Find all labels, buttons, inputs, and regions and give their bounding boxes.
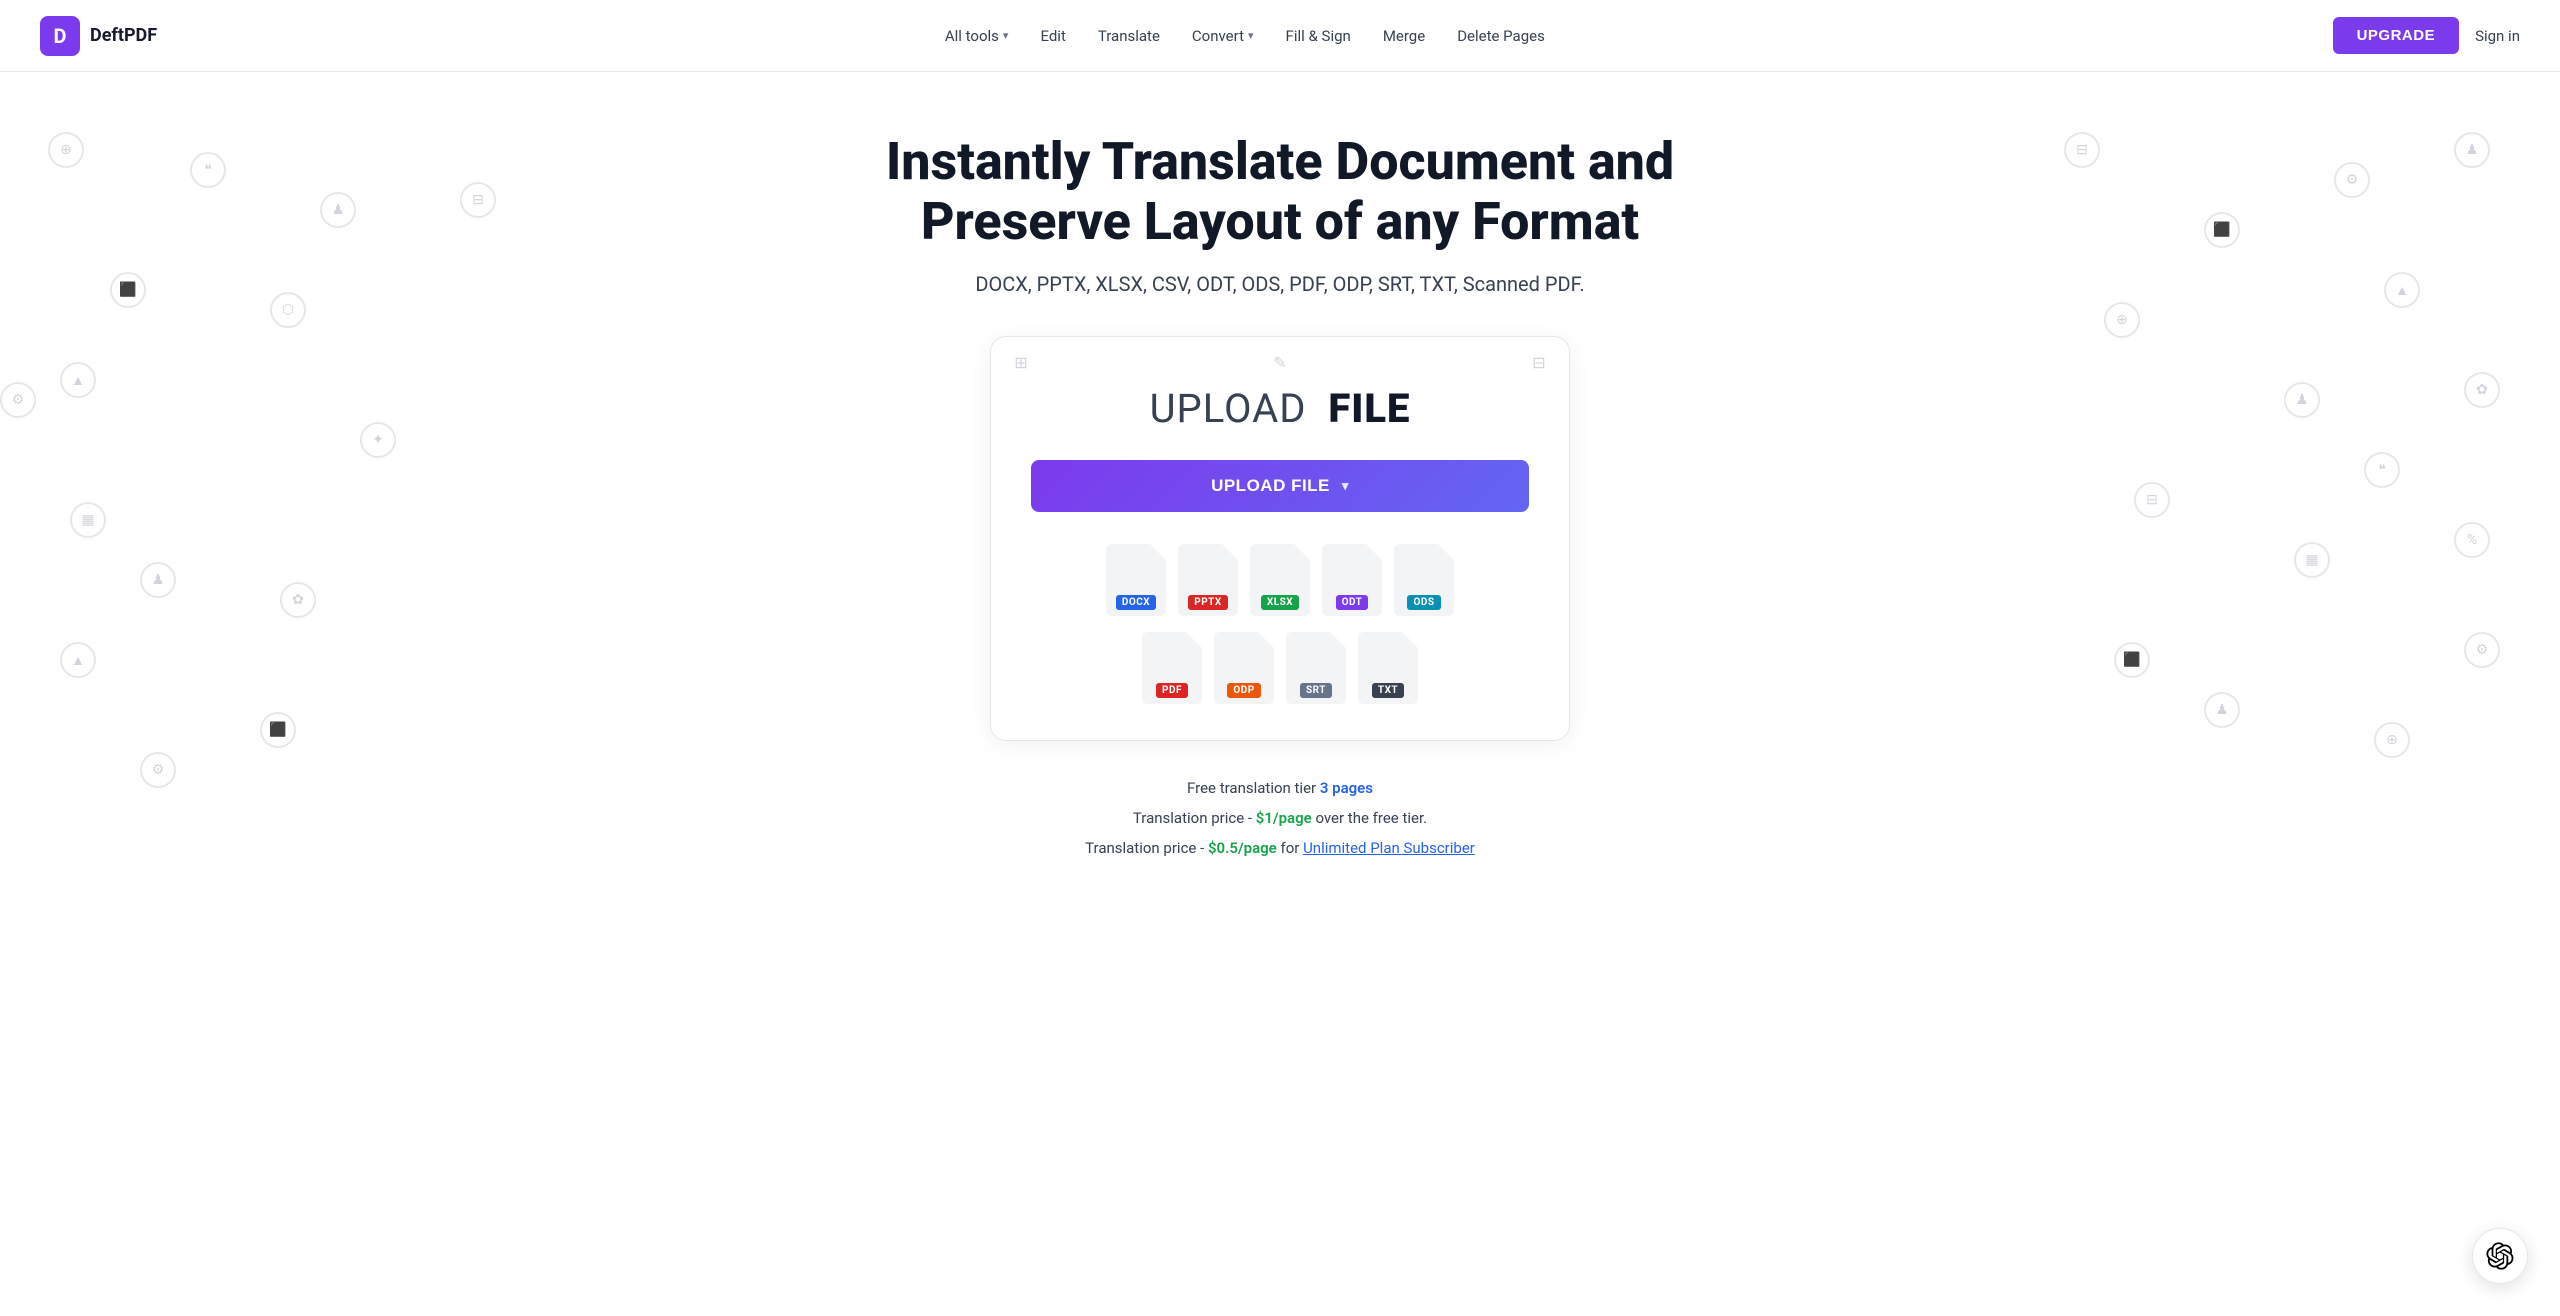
pricing-line-2: Translation price - $1/page over the fre… xyxy=(1085,803,1475,833)
file-icon-odp: ODP xyxy=(1214,632,1274,704)
hero-subtitle: DOCX, PPTX, XLSX, CSV, ODT, ODS, PDF, OD… xyxy=(975,272,1584,296)
chevron-down-icon: ▾ xyxy=(1003,29,1009,42)
nav-delete-pages[interactable]: Delete Pages xyxy=(1457,27,1545,45)
corner-icon-bookmark: ⊟ xyxy=(1525,349,1553,377)
nav-right: UPGRADE Sign in xyxy=(2333,17,2520,54)
upgrade-button[interactable]: UPGRADE xyxy=(2333,17,2460,54)
file-formats-row-1: DOCXPPTXXLSXODTODS xyxy=(1106,544,1454,616)
logo-icon: D xyxy=(40,16,80,56)
logo[interactable]: D DeftPDF xyxy=(40,16,157,56)
upload-card-title: UPLOAD FILE xyxy=(1150,385,1411,432)
hero-section: Instantly Translate Document and Preserv… xyxy=(0,72,2560,863)
nav-links: All tools ▾ Edit Translate Convert ▾ Fil… xyxy=(945,27,1545,45)
chevron-down-icon: ▾ xyxy=(1342,478,1349,494)
nav-edit[interactable]: Edit xyxy=(1040,27,1065,45)
file-formats-grid: DOCXPPTXXLSXODTODS PDFODPSRTTXT xyxy=(1031,544,1529,704)
corner-icon-grid: ⊞ xyxy=(1007,349,1035,377)
nav-all-tools[interactable]: All tools ▾ xyxy=(945,27,1009,45)
file-icon-pptx: PPTX xyxy=(1178,544,1238,616)
ai-chat-icon xyxy=(2486,1242,2514,1270)
corner-icon-pencil: ✎ xyxy=(1266,349,1294,377)
hero-title: Instantly Translate Document and Preserv… xyxy=(830,132,1730,252)
file-formats-row-2: PDFODPSRTTXT xyxy=(1142,632,1418,704)
file-icon-ods: ODS xyxy=(1394,544,1454,616)
ai-chat-button[interactable] xyxy=(2472,1228,2528,1284)
file-icon-srt: SRT xyxy=(1286,632,1346,704)
chevron-down-icon: ▾ xyxy=(1248,29,1254,42)
nav-merge[interactable]: Merge xyxy=(1383,27,1425,45)
main-content: ⊕ ❝ ♟ ⬛ ▲ ⬡ ⊟ ⚙ ▦ ✦ ♟ ✿ ▲ ⬛ ⚙ ⊟ ⚙ ♟ ⬛ ▲ … xyxy=(0,72,2560,1316)
pricing-line-1: Free translation tier 3 pages xyxy=(1085,773,1475,803)
file-icon-xlsx: XLSX xyxy=(1250,544,1310,616)
pricing-info: Free translation tier 3 pages Translatio… xyxy=(1085,773,1475,863)
nav-fill-sign[interactable]: Fill & Sign xyxy=(1286,27,1351,45)
file-icon-pdf: PDF xyxy=(1142,632,1202,704)
upload-file-button[interactable]: UPLOAD FILE ▾ xyxy=(1031,460,1529,512)
file-icon-odt: ODT xyxy=(1322,544,1382,616)
unlimited-plan-link[interactable]: Unlimited Plan Subscriber xyxy=(1303,839,1475,857)
nav-translate[interactable]: Translate xyxy=(1098,27,1160,45)
card-corner-icons: ⊞ ✎ ⊟ xyxy=(991,349,1569,377)
nav-convert[interactable]: Convert ▾ xyxy=(1192,27,1254,45)
logo-text: DeftPDF xyxy=(90,25,157,46)
file-icon-txt: TXT xyxy=(1358,632,1418,704)
navbar: D DeftPDF All tools ▾ Edit Translate Con… xyxy=(0,0,2560,72)
file-icon-docx: DOCX xyxy=(1106,544,1166,616)
pricing-line-3: Translation price - $0.5/page for Unlimi… xyxy=(1085,833,1475,863)
signin-button[interactable]: Sign in xyxy=(2475,27,2520,45)
upload-card: ⊞ ✎ ⊟ UPLOAD FILE UPLOAD FILE ▾ DOCXPPTX… xyxy=(990,336,1570,741)
